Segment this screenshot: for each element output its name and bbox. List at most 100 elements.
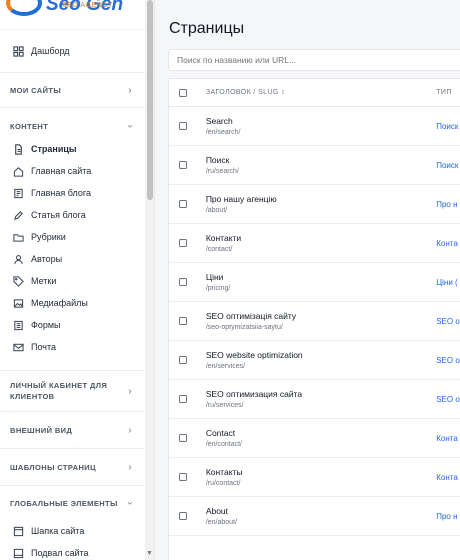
- column-title-header[interactable]: ЗАГОЛОВОК / SLUG ↕: [206, 89, 436, 96]
- table-row[interactable]: Поиск/ru/search/Поиск: [169, 146, 460, 185]
- section-content[interactable]: КОНТЕНТ ›: [0, 114, 154, 138]
- row-title-cell: About/en/about/: [206, 506, 436, 526]
- row-checkbox[interactable]: [179, 395, 187, 403]
- row-checkbox[interactable]: [179, 512, 187, 520]
- scrollbar-thumb[interactable]: [147, 0, 153, 200]
- page-type-link[interactable]: Ціни (: [436, 278, 460, 287]
- table-row[interactable]: SEO website optimization/en/services/SEO…: [169, 341, 460, 380]
- section-label: ШАБЛОНЫ СТРАНИЦ: [10, 462, 96, 472]
- row-title-cell: SEO website optimization/en/services/: [206, 350, 436, 370]
- section-client-cabinet[interactable]: ЛИЧНЫЙ КАБИНЕТ ДЛЯ КЛИЕНТОВ ›: [0, 371, 154, 411]
- row-checkbox[interactable]: [179, 161, 187, 169]
- page-title-link[interactable]: About: [206, 506, 436, 516]
- sidebar-item-edit[interactable]: Статья блога: [0, 204, 154, 226]
- main-content: Страницы ЗАГОЛОВОК / SLUG ↕ ТИП Search/e…: [155, 0, 460, 560]
- section-label: ГЛОБАЛЬНЫЕ ЭЛЕМЕНТЫ: [10, 498, 118, 508]
- page-title-link[interactable]: Search: [206, 116, 436, 126]
- table-row[interactable]: Search/en/search/Поиск: [169, 107, 460, 146]
- page-type-link[interactable]: Поиск: [436, 161, 460, 170]
- chevron-right-icon: ›: [128, 385, 132, 397]
- page-type-link[interactable]: Конта: [436, 473, 460, 482]
- page-type-link[interactable]: SEO о: [436, 395, 460, 404]
- row-checkbox[interactable]: [179, 317, 187, 325]
- row-checkbox[interactable]: [179, 200, 187, 208]
- table-row[interactable]: About/en/about/Про н: [169, 497, 460, 536]
- sidebar-item-page[interactable]: Страницы: [0, 138, 154, 160]
- page-type-link[interactable]: Поиск: [436, 122, 460, 131]
- page-title-link[interactable]: Контакти: [206, 233, 436, 243]
- row-select-cell: [169, 317, 206, 325]
- page-title-link[interactable]: Contact: [206, 428, 436, 438]
- sidebar-item-label: Страницы: [31, 144, 77, 154]
- sidebar-item-label: Авторы: [31, 254, 63, 264]
- page-type-link[interactable]: Про н: [436, 512, 460, 521]
- sort-icon[interactable]: ↕: [281, 89, 285, 96]
- row-checkbox[interactable]: [179, 278, 187, 286]
- table-row[interactable]: Ціни/pricing/Ціни (: [169, 263, 460, 302]
- page-type-link[interactable]: Про н: [436, 200, 460, 209]
- page-title-link[interactable]: Ціни: [206, 272, 436, 282]
- folder-icon: [12, 231, 24, 243]
- column-type-header[interactable]: ТИП: [436, 89, 460, 96]
- page-type-link[interactable]: Конта: [436, 239, 460, 248]
- scroll-down-arrow-icon[interactable]: ▼: [146, 550, 153, 557]
- page-slug: /ru/services/: [205, 402, 244, 409]
- row-checkbox[interactable]: [179, 356, 187, 364]
- section-page-templates[interactable]: ШАБЛОНЫ СТРАНИЦ ›: [0, 449, 154, 485]
- row-title-cell: Ціни/pricing/: [206, 272, 436, 292]
- section-global-elements[interactable]: ГЛОБАЛЬНЫЕ ЭЛЕМЕНТЫ ›: [0, 486, 154, 520]
- row-select-cell: [169, 356, 206, 364]
- logo-mark-icon: [6, 0, 42, 16]
- header-icon: [12, 525, 24, 537]
- blog-home-icon: [12, 187, 24, 199]
- user-icon: [12, 253, 24, 265]
- page-title-link[interactable]: SEO оптимізація сайту: [206, 311, 436, 321]
- sidebar-item-label: Главная сайта: [31, 166, 92, 176]
- row-title-cell: Контакты/ru/contact/: [206, 467, 436, 487]
- table-row[interactable]: Про нашу агенцію/about/Про н: [169, 185, 460, 224]
- table-row[interactable]: SEO оптимизация сайта/ru/services/SEO о: [169, 380, 460, 419]
- sidebar-item-label: Главная блога: [31, 188, 91, 198]
- page-title-link[interactable]: SEO оптимизация сайта: [206, 389, 436, 399]
- sidebar-item-mail[interactable]: Почта: [0, 336, 154, 358]
- edit-icon: [12, 209, 24, 221]
- logo[interactable]: Seo Gen SEO AGENCY: [0, 0, 154, 30]
- table-row[interactable]: Контакти/contact/Конта: [169, 224, 460, 263]
- sidebar-item-home[interactable]: Главная сайта: [0, 160, 154, 182]
- sidebar-item-header[interactable]: Шапка сайта: [0, 520, 154, 542]
- row-checkbox[interactable]: [179, 122, 187, 130]
- table-row[interactable]: SEO оптимізація сайту/seo-optymizatsiia-…: [169, 302, 460, 341]
- section-appearance[interactable]: ВНЕШНИЙ ВИД ›: [0, 412, 154, 448]
- page-title-link[interactable]: SEO website optimization: [206, 350, 436, 360]
- sidebar-item-user[interactable]: Авторы: [0, 248, 154, 270]
- page-type-link[interactable]: Конта: [436, 434, 460, 443]
- sidebar: Seo Gen SEO AGENCY Дашборд МОИ САЙТЫ › К…: [0, 0, 155, 560]
- page-title-link[interactable]: Поиск: [206, 155, 436, 165]
- row-checkbox[interactable]: [179, 434, 187, 442]
- select-all-checkbox[interactable]: [179, 88, 187, 97]
- sidebar-item-blog-home[interactable]: Главная блога: [0, 182, 154, 204]
- table-row[interactable]: Контакты/ru/contact/Конта: [169, 458, 460, 497]
- sidebar-item-tag[interactable]: Метки: [0, 270, 154, 292]
- section-label: КОНТЕНТ: [10, 121, 49, 131]
- sidebar-item-dashboard[interactable]: Дашборд: [0, 36, 154, 66]
- row-checkbox[interactable]: [179, 239, 187, 247]
- sidebar-item-image[interactable]: Медиафайлы: [0, 292, 154, 314]
- page-type-link[interactable]: SEO о: [436, 356, 460, 365]
- search-input[interactable]: [168, 49, 460, 71]
- sidebar-item-label: Статья блога: [31, 210, 86, 220]
- sidebar-item-label: Дашборд: [31, 46, 70, 56]
- logo-subtext: SEO AGENCY: [62, 2, 113, 9]
- sidebar-item-form[interactable]: Формы: [0, 314, 154, 336]
- chevron-right-icon: ›: [128, 461, 132, 473]
- row-checkbox[interactable]: [179, 473, 187, 481]
- sidebar-item-folder[interactable]: Рубрики: [0, 226, 154, 248]
- sidebar-item-label: Рубрики: [31, 232, 66, 242]
- page-title-link[interactable]: Про нашу агенцію: [206, 194, 436, 204]
- page-type-link[interactable]: SEO о: [436, 317, 460, 326]
- table-row[interactable]: Contact/en/contact/Конта: [169, 419, 460, 458]
- section-my-sites[interactable]: МОИ САЙТЫ ›: [0, 73, 154, 107]
- page-title-link[interactable]: Контакты: [206, 467, 436, 477]
- chevron-down-icon: ›: [124, 501, 136, 505]
- sidebar-item-footer[interactable]: Подвал сайта: [0, 542, 154, 560]
